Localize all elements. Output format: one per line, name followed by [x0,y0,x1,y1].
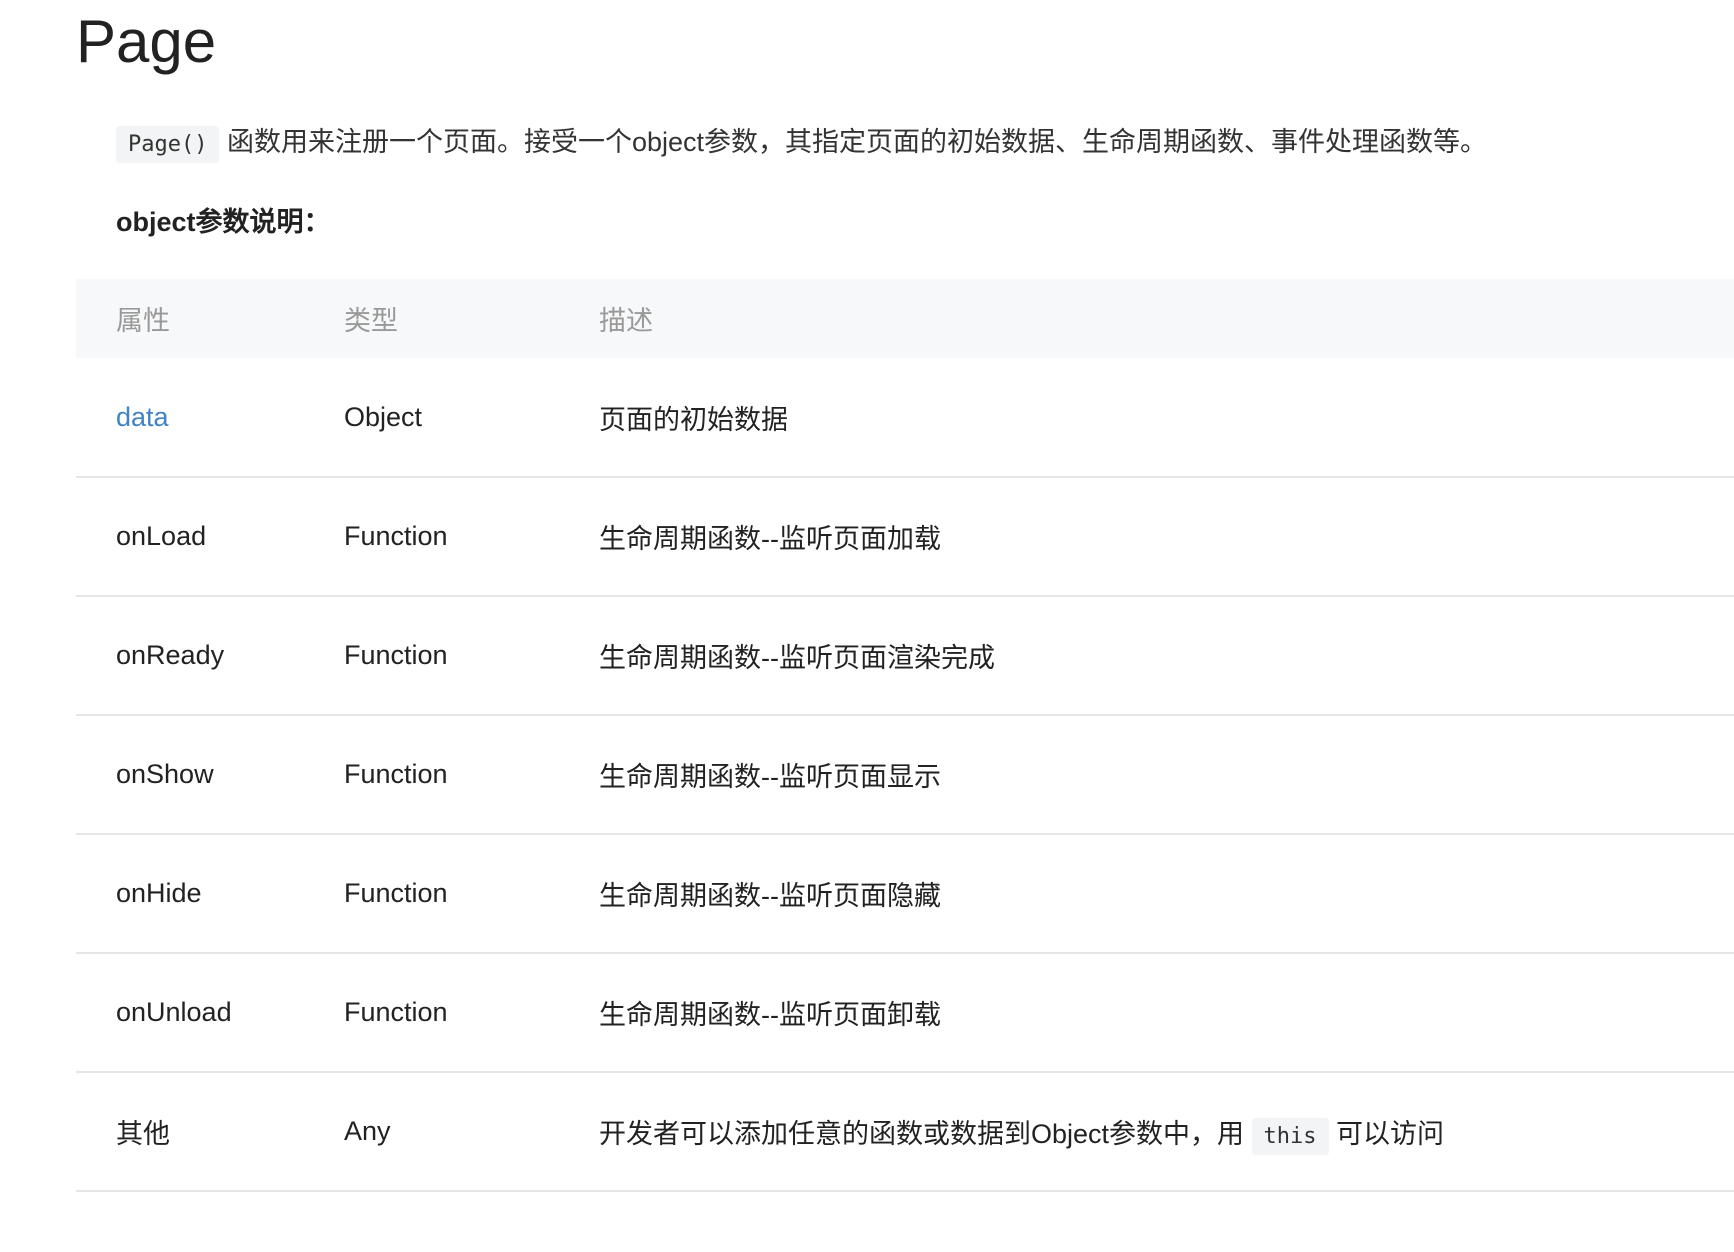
table-row-onready: onReady Function 生命周期函数--监听页面渲染完成 [76,596,1734,715]
table-row-onload: onLoad Function 生命周期函数--监听页面加载 [76,477,1734,596]
cell-property: 其他 [116,1119,170,1149]
cell-description: 开发者可以添加任意的函数或数据到Object参数中，用 this 可以访问 [599,1072,1734,1191]
cell-type: Function [344,997,448,1027]
header-description: 描述 [599,306,653,336]
intro-paragraph: Page() 函数用来注册一个页面。接受一个object参数，其指定页面的初始数… [116,122,1487,165]
cell-type: Function [344,759,448,789]
header-property: 属性 [116,306,170,336]
table-row-data: data Object 页面的初始数据 [76,358,1734,477]
page-title: Page [76,8,217,75]
cell-property: onReady [116,640,225,670]
intro-text: 函数用来注册一个页面。接受一个object参数，其指定页面的初始数据、生命周期函… [219,127,1488,157]
cell-type: Function [344,878,448,908]
cell-type: Object [344,401,423,432]
cell-description: 页面的初始数据 [599,404,788,435]
table-row-onhide: onHide Function 生命周期函数--监听页面隐藏 [76,834,1734,953]
data-link[interactable]: data [76,358,344,477]
cell-property: onLoad [116,521,207,551]
cell-property: onShow [116,759,214,789]
cell-description: 生命周期函数--监听页面显示 [599,762,941,792]
cell-description: 生命周期函数--监听页面卸载 [599,1000,941,1030]
cell-description: 生命周期函数--监听页面渲染完成 [599,643,995,673]
header-type: 类型 [344,306,398,336]
desc-text-before: 开发者可以添加任意的函数或数据到Object参数中，用 [599,1119,1252,1149]
table-row-other: 其他 Any 开发者可以添加任意的函数或数据到Object参数中，用 this … [76,1072,1734,1191]
cell-type: Any [344,1116,391,1146]
desc-text-after: 可以访问 [1328,1119,1445,1149]
cell-type: Function [344,521,448,551]
cell-description: 生命周期函数--监听页面隐藏 [599,881,941,911]
cell-property: onUnload [116,997,232,1027]
table-row-onshow: onShow Function 生命周期函数--监听页面显示 [76,715,1734,834]
section-label: object参数说明： [116,207,331,237]
cell-description: 生命周期函数--监听页面加载 [599,524,941,554]
this-keyword-code: this [1251,1118,1329,1155]
cell-property: onHide [116,878,202,908]
table-header-row: 属性 类型 描述 [76,279,1734,358]
table-row-onunload: onUnload Function 生命周期函数--监听页面卸载 [76,953,1734,1072]
page-function-code: Page() [116,126,220,163]
params-table: 属性 类型 描述 data Object 页面的初始数据 onLoad Func… [76,279,1734,1192]
cell-type: Function [344,640,448,670]
